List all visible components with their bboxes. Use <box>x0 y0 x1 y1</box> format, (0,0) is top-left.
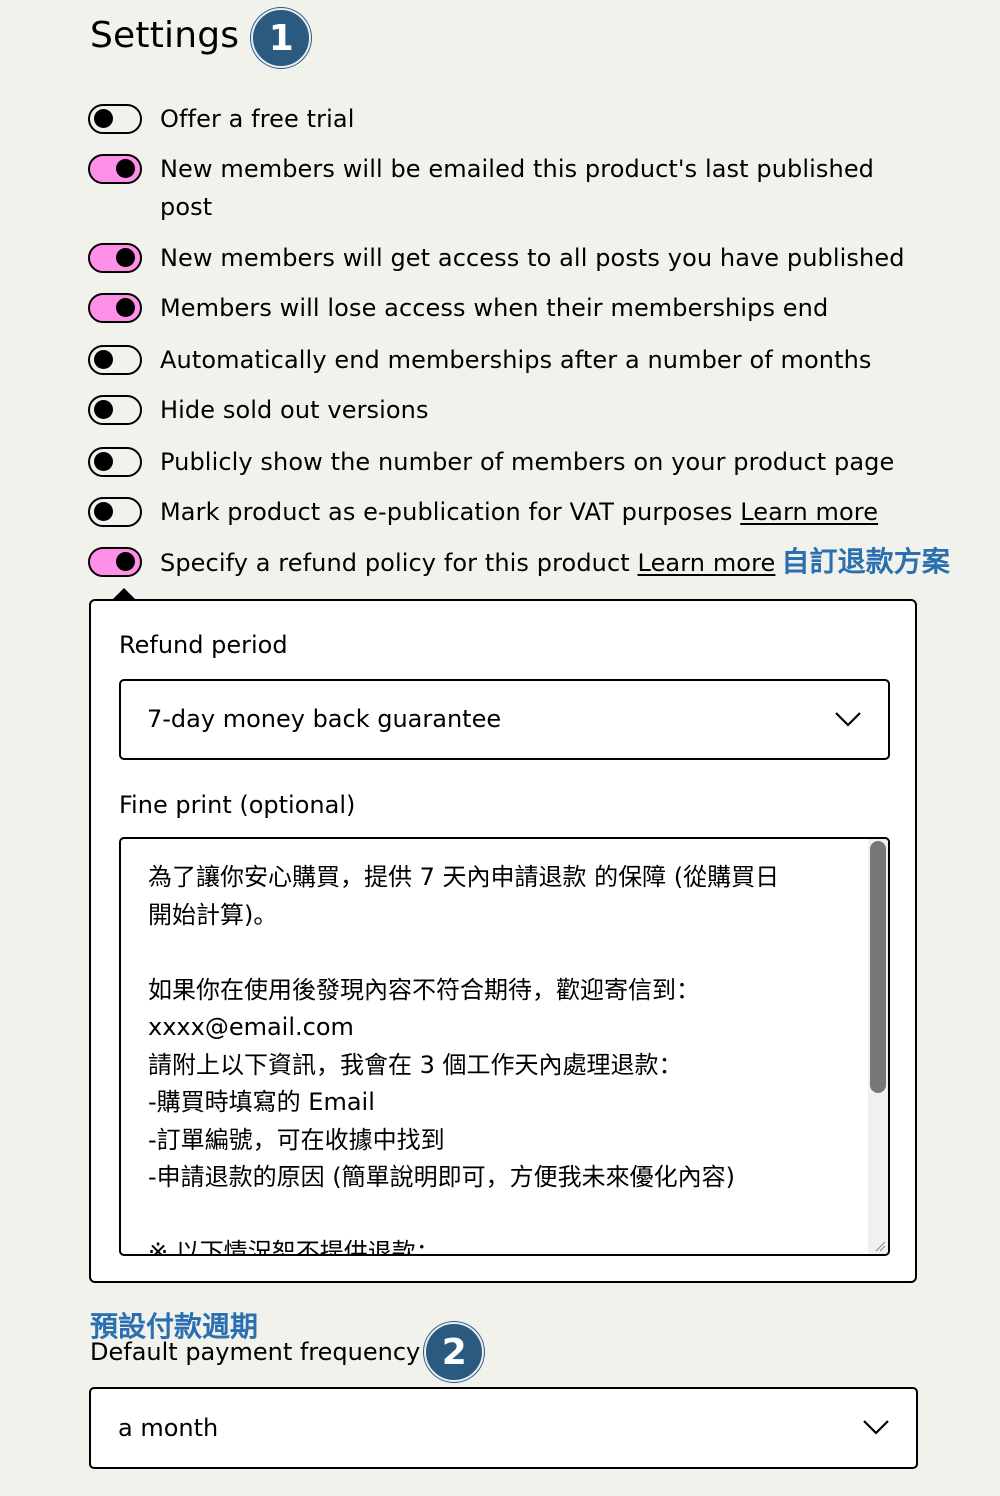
chevron-down-icon <box>835 712 861 727</box>
payment-frequency-value: a month <box>118 1414 219 1442</box>
hide-sold-out-label: Hide sold out versions <box>160 396 429 424</box>
page-title: Settings <box>90 14 240 56</box>
hide-sold-out-switch[interactable] <box>88 395 142 425</box>
fine-print-text: 為了讓你安心購買，提供 7 天內申請退款 的保障 (從購買日 開始計算)。 如果… <box>148 863 780 1256</box>
lose-access-switch[interactable] <box>88 293 142 323</box>
access-all-posts-label: New members will get access to all posts… <box>160 244 905 272</box>
toggle-row-auto-end[interactable]: Automatically end memberships after a nu… <box>88 345 872 379</box>
payment-frequency-select[interactable]: a month <box>89 1387 918 1469</box>
lose-access-label: Members will lose access when their memb… <box>160 294 829 322</box>
chevron-down-icon <box>863 1420 889 1435</box>
textarea-scrollbar[interactable] <box>868 839 888 1254</box>
access-all-posts-switch[interactable] <box>88 243 142 273</box>
toggle-row-refund-policy[interactable]: Specify a refund policy for this product… <box>88 545 950 582</box>
settings-header: Settings 1 <box>90 2 312 68</box>
refund-policy-switch[interactable] <box>88 547 142 577</box>
refund-learn-more-link[interactable]: Learn more <box>638 549 776 577</box>
toggle-row-lose-access[interactable]: Members will lose access when their memb… <box>88 293 828 327</box>
auto-end-label: Automatically end memberships after a nu… <box>160 346 872 374</box>
refund-period-label: Refund period <box>119 631 288 659</box>
fine-print-label: Fine print (optional) <box>119 791 356 819</box>
toggle-row-show-member-count[interactable]: Publicly show the number of members on y… <box>88 447 894 481</box>
e-publication-switch[interactable] <box>88 497 142 527</box>
toggle-row-hide-sold-out[interactable]: Hide sold out versions <box>88 395 429 429</box>
step-badge-2: 2 <box>424 1322 485 1382</box>
email-last-post-label: New members will be emailed this product… <box>160 155 875 221</box>
refund-policy-label: Specify a refund policy for this product… <box>160 545 950 578</box>
email-last-post-switch[interactable] <box>88 154 142 184</box>
refund-annotation: 自訂退款方案 <box>781 545 950 578</box>
refund-period-select[interactable]: 7-day money back guarantee <box>119 679 890 760</box>
show-member-count-label: Publicly show the number of members on y… <box>160 448 895 476</box>
e-publication-label: Mark product as e-publication for VAT pu… <box>160 498 879 526</box>
toggle-row-access-all-posts[interactable]: New members will get access to all posts… <box>88 243 905 277</box>
step-badge-1: 1 <box>251 8 312 68</box>
payment-frequency-label: Default payment frequency <box>90 1338 421 1366</box>
toggle-row-e-publication[interactable]: Mark product as e-publication for VAT pu… <box>88 497 878 531</box>
free-trial-label: Offer a free trial <box>160 105 355 133</box>
fine-print-textarea[interactable]: 為了讓你安心購買，提供 7 天內申請退款 的保障 (從購買日 開始計算)。 如果… <box>119 837 890 1256</box>
scrollbar-thumb[interactable] <box>870 841 886 1093</box>
resize-grip-icon[interactable] <box>874 1240 886 1252</box>
toggle-row-email-last-post[interactable]: New members will be emailed this product… <box>88 154 874 226</box>
auto-end-switch[interactable] <box>88 345 142 375</box>
payment-frequency-header: Default payment frequency 2 <box>90 1322 485 1382</box>
e-publication-learn-more-link[interactable]: Learn more <box>740 498 878 526</box>
show-member-count-switch[interactable] <box>88 447 142 477</box>
refund-policy-panel: Refund period 7-day money back guarantee… <box>89 599 917 1283</box>
toggle-row-free-trial[interactable]: Offer a free trial <box>88 104 354 138</box>
refund-period-value: 7-day money back guarantee <box>147 705 502 733</box>
free-trial-switch[interactable] <box>88 104 142 134</box>
